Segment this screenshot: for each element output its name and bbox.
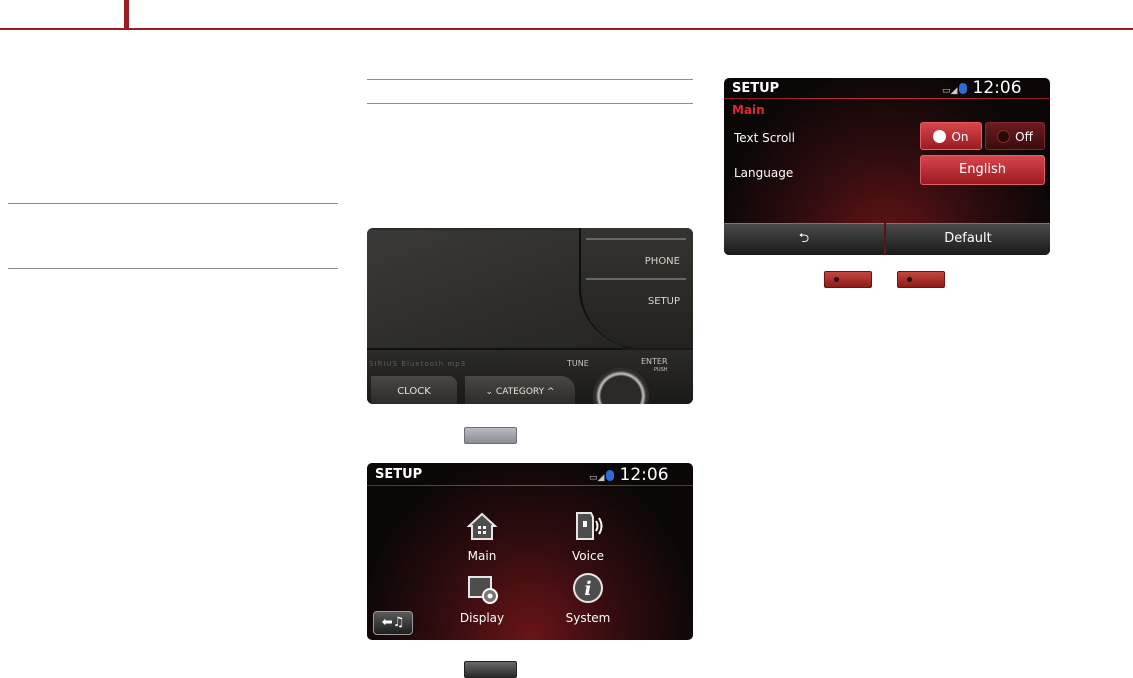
- phone-key[interactable]: PHONE: [586, 238, 686, 274]
- back-music-icon: ⬅♫: [381, 615, 405, 630]
- main-settings-screen: SETUP ▭◢ 12:06 Main Text Scroll On Off L…: [724, 78, 1050, 255]
- middle-rule-top: [367, 79, 693, 80]
- status-bar: ▭◢ 12:06: [942, 78, 1022, 98]
- tune-label: TUNE: [567, 359, 589, 368]
- setup-menu-screen: SETUP ▭◢ 12:06 Main Voice Display i Syst…: [367, 463, 693, 640]
- left-rule-bottom: [8, 268, 338, 269]
- menu-display[interactable]: Display: [447, 571, 517, 625]
- default-label: Default: [944, 231, 992, 246]
- language-value: English: [959, 162, 1006, 177]
- left-rule-top: [8, 203, 338, 204]
- screen-title: SETUP: [732, 81, 780, 96]
- svg-text:i: i: [584, 578, 591, 600]
- menu-voice[interactable]: Voice: [553, 509, 623, 563]
- bottom-bar: ⮌ Default: [724, 223, 1050, 255]
- text-scroll-label: Text Scroll: [734, 131, 795, 145]
- home-icon: [466, 512, 498, 540]
- clock-key-label: CLOCK: [397, 386, 431, 397]
- status-time: 12:06: [972, 78, 1022, 98]
- phone-key-label: PHONE: [644, 256, 680, 267]
- header-tab-marker: [124, 0, 129, 29]
- radio-selected-icon: [933, 130, 947, 143]
- category-key[interactable]: ⌄ CATEGORY ^: [465, 376, 575, 404]
- screen-title: SETUP: [375, 467, 423, 482]
- title-rule: [367, 485, 693, 486]
- clock-key[interactable]: CLOCK: [371, 376, 457, 404]
- language-select-button[interactable]: English: [920, 155, 1045, 185]
- text-scroll-off-button[interactable]: Off: [985, 122, 1045, 150]
- off-label: Off: [1015, 130, 1033, 144]
- default-button[interactable]: Default: [886, 223, 1050, 255]
- menu-system[interactable]: i System: [553, 571, 623, 625]
- signal-icon: ▭◢: [942, 86, 958, 96]
- status-time: 12:06: [619, 465, 669, 485]
- setup-key[interactable]: SETUP: [586, 278, 686, 314]
- feature-logos: SIRIUS Bluetooth mp3: [369, 360, 467, 368]
- push-text: PUSH: [653, 367, 668, 373]
- title-rule: [724, 98, 1050, 99]
- bluetooth-icon: [959, 83, 968, 94]
- menu-display-label: Display: [459, 611, 505, 625]
- status-bar: ▭◢ 12:06: [589, 465, 669, 485]
- menu-main-label: Main: [467, 549, 497, 563]
- off-key-chip: [897, 271, 945, 288]
- section-title: Main: [732, 103, 765, 117]
- on-key-chip: [824, 271, 872, 288]
- back-key-chip: [464, 661, 517, 678]
- bluetooth-icon: [606, 470, 615, 481]
- head-unit-photo: PHONE SETUP SIRIUS Bluetooth mp3 TUNE EN…: [367, 228, 693, 404]
- menu-main[interactable]: Main: [447, 509, 517, 563]
- enter-label: ENTER PUSH: [641, 358, 668, 374]
- enter-text: ENTER: [641, 357, 668, 366]
- signal-icon: ▭◢: [589, 473, 605, 483]
- on-label: On: [951, 130, 969, 144]
- radio-unselected-icon: [997, 130, 1011, 143]
- voice-icon: [576, 512, 603, 540]
- language-label: Language: [734, 166, 794, 180]
- display-settings-icon: [468, 576, 498, 604]
- return-icon: ⮌: [798, 231, 810, 246]
- back-music-button[interactable]: ⬅♫: [373, 611, 413, 635]
- info-icon: i: [573, 573, 603, 603]
- setup-key-label: SETUP: [647, 296, 680, 307]
- category-key-label: ⌄ CATEGORY ^: [485, 387, 555, 397]
- text-scroll-on-button[interactable]: On: [920, 122, 982, 150]
- back-button[interactable]: ⮌: [724, 223, 884, 255]
- middle-rule-bottom: [367, 103, 693, 104]
- setup-key-chip: [464, 427, 517, 444]
- menu-system-label: System: [565, 611, 611, 625]
- header-rule: [0, 28, 1133, 30]
- menu-voice-label: Voice: [572, 549, 604, 563]
